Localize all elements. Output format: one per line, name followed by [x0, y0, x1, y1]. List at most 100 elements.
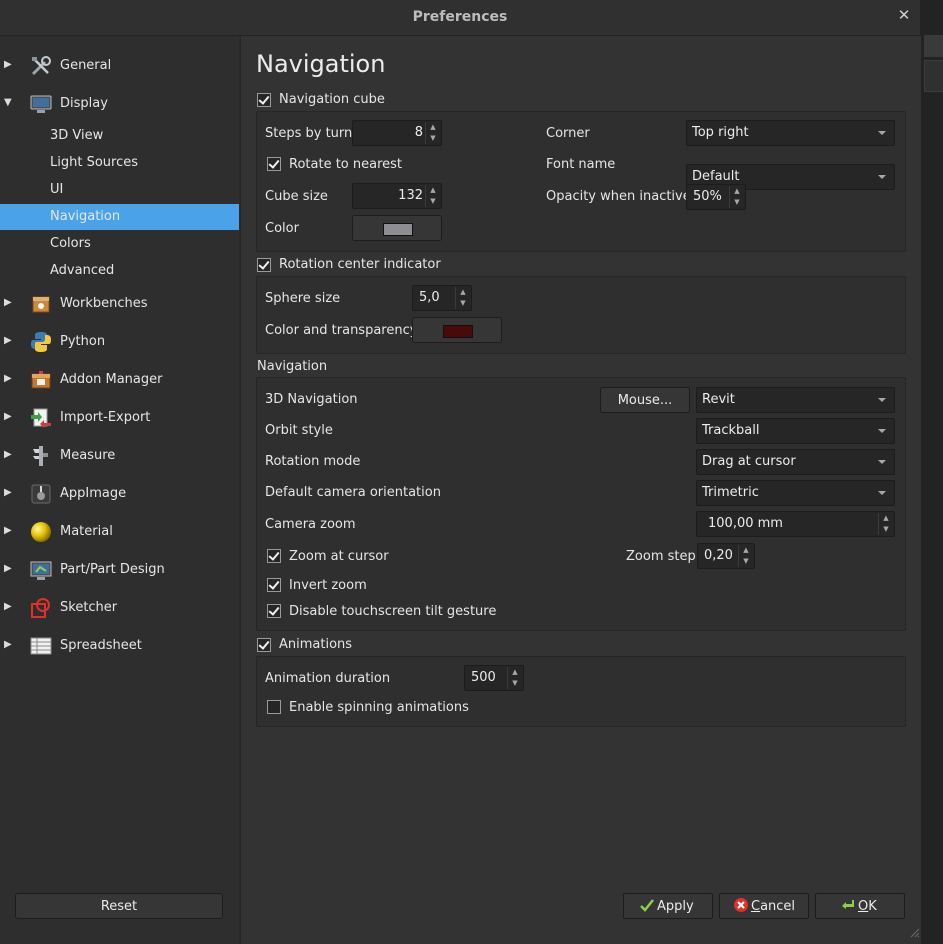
spin-up-icon[interactable]: ▲ — [879, 513, 893, 524]
spin-up-icon[interactable]: ▲ — [426, 122, 440, 133]
tree-item-part-design[interactable]: ▶ Part/Part Design — [0, 557, 239, 583]
tree-item-label: Workbenches — [60, 296, 148, 311]
steps-by-turn-spinbox[interactable]: 8 ▲ ▼ — [352, 120, 442, 146]
expand-arrow-icon[interactable]: ▶ — [4, 601, 14, 615]
tree-item-label: UI — [50, 182, 64, 197]
spin-down-icon[interactable]: ▼ — [730, 197, 744, 208]
tree-item-3d-view[interactable]: 3D View — [0, 123, 239, 149]
spin-up-icon[interactable]: ▲ — [426, 185, 440, 196]
cube-color-button[interactable] — [352, 215, 442, 241]
invert-zoom-checkbox[interactable] — [267, 578, 281, 592]
ok-button[interactable]: OK — [815, 893, 905, 919]
tree-item-spreadsheet[interactable]: ▶ Spreadsheet — [0, 633, 239, 659]
cancel-button[interactable]: Cancel — [719, 893, 809, 919]
cube-size-spinbox[interactable]: 132 ▲ ▼ — [352, 183, 442, 209]
tree-item-sketcher[interactable]: ▶ Sketcher — [0, 595, 239, 621]
orbit-style-dropdown[interactable]: Trackball — [696, 418, 895, 444]
chevron-down-icon — [878, 429, 886, 433]
chevron-down-icon — [878, 460, 886, 464]
zoom-at-cursor-checkbox[interactable] — [267, 549, 281, 563]
resize-grip-icon[interactable] — [908, 926, 920, 938]
tree-item-workbenches[interactable]: ▶ Workbenches — [0, 291, 239, 317]
3d-navigation-label: 3D Navigation — [265, 392, 358, 407]
spin-up-icon[interactable]: ▲ — [739, 545, 753, 556]
zoom-at-cursor-label: Zoom at cursor — [289, 549, 389, 564]
sphere-size-spinbox[interactable]: 5,0 ▲ ▼ — [412, 285, 472, 311]
tree-item-measure[interactable]: ▶ Measure — [0, 443, 239, 469]
background-panel — [924, 60, 943, 92]
tree-item-ui[interactable]: UI — [0, 177, 239, 203]
animation-duration-spinbox[interactable]: 500 ▲ ▼ — [464, 665, 524, 691]
animations-label: Animations — [279, 637, 353, 652]
rotation-mode-dropdown[interactable]: Drag at cursor — [696, 449, 895, 475]
navigation-group-title: Navigation — [257, 359, 328, 374]
tree-item-label: Spreadsheet — [60, 638, 142, 653]
corner-dropdown[interactable]: Top right — [686, 120, 895, 146]
tree-item-appimage[interactable]: ▶ AppImage — [0, 481, 239, 507]
disable-tilt-checkbox[interactable] — [267, 604, 281, 618]
expand-arrow-icon[interactable]: ▶ — [4, 563, 14, 577]
ok-arrow-icon — [841, 898, 855, 912]
tree-item-label: Light Sources — [50, 155, 138, 170]
spin-down-icon[interactable]: ▼ — [456, 298, 470, 309]
collapse-arrow-icon[interactable]: ▼ — [4, 97, 14, 111]
expand-arrow-icon[interactable]: ▶ — [4, 297, 14, 311]
tree-item-label: General — [60, 58, 112, 73]
tree-item-python[interactable]: ▶ Python — [0, 329, 239, 355]
spin-down-icon[interactable]: ▼ — [426, 133, 440, 144]
expand-arrow-icon[interactable]: ▶ — [4, 59, 14, 73]
rotate-to-nearest-checkbox[interactable] — [267, 157, 281, 171]
tree-item-advanced[interactable]: Advanced — [0, 258, 239, 284]
background-panel — [924, 35, 943, 57]
animations-checkbox[interactable] — [257, 638, 271, 652]
background-window-strip — [920, 0, 943, 944]
spin-up-icon[interactable]: ▲ — [730, 186, 744, 197]
spin-down-icon[interactable]: ▼ — [426, 196, 440, 207]
spreadsheet-icon — [30, 635, 52, 657]
tools-icon — [30, 55, 52, 77]
tree-item-colors[interactable]: Colors — [0, 231, 239, 257]
expand-arrow-icon[interactable]: ▶ — [4, 335, 14, 349]
mouse-settings-button[interactable]: Mouse... — [600, 387, 690, 413]
rotation-center-color-button[interactable] — [412, 317, 502, 343]
expand-arrow-icon[interactable]: ▶ — [4, 373, 14, 387]
zoom-step-spinbox[interactable]: 0,20 ▲ ▼ — [697, 543, 755, 569]
tree-item-display[interactable]: ▼ Display — [0, 91, 239, 117]
tree-item-general[interactable]: ▶ General — [0, 53, 239, 79]
expand-arrow-icon[interactable]: ▶ — [4, 639, 14, 653]
cube-color-label: Color — [265, 221, 299, 236]
3d-navigation-dropdown[interactable]: Revit — [696, 387, 895, 413]
tree-item-import-export[interactable]: ▶ Import-Export — [0, 405, 239, 431]
rotate-to-nearest-label: Rotate to nearest — [289, 157, 403, 172]
spin-up-icon[interactable]: ▲ — [456, 287, 470, 298]
expand-arrow-icon[interactable]: ▶ — [4, 411, 14, 425]
navigation-cube-checkbox[interactable] — [257, 93, 271, 107]
expand-arrow-icon[interactable]: ▶ — [4, 449, 14, 463]
spin-down-icon[interactable]: ▼ — [739, 556, 753, 567]
cube-size-label: Cube size — [265, 189, 328, 204]
apply-button[interactable]: Apply — [623, 893, 713, 919]
tree-item-navigation[interactable]: Navigation — [0, 204, 239, 230]
tree-item-material[interactable]: ▶ Material — [0, 519, 239, 545]
python-icon — [30, 331, 52, 353]
tree-item-light-sources[interactable]: Light Sources — [0, 150, 239, 176]
cube-color-swatch — [383, 223, 413, 236]
tree-item-label: AppImage — [60, 486, 127, 501]
chevron-down-icon — [878, 175, 886, 179]
spin-down-icon[interactable]: ▼ — [879, 524, 893, 535]
spin-up-icon[interactable]: ▲ — [508, 667, 522, 678]
spin-down-icon[interactable]: ▼ — [508, 678, 522, 689]
opacity-inactive-spinbox[interactable]: 50% ▲ ▼ — [686, 184, 746, 210]
tree-item-addon-manager[interactable]: ▶ Addon Manager — [0, 367, 239, 393]
tree-item-label: Sketcher — [60, 600, 118, 615]
camera-zoom-spinbox[interactable]: 100,00 mm ▲ ▼ — [696, 511, 895, 537]
rotation-center-checkbox[interactable] — [257, 258, 271, 272]
reset-button[interactable]: Reset — [15, 893, 223, 919]
camera-orientation-dropdown[interactable]: Trimetric — [696, 480, 895, 506]
expand-arrow-icon[interactable]: ▶ — [4, 487, 14, 501]
spinning-animations-checkbox[interactable] — [267, 700, 281, 714]
tree-item-label: Display — [60, 96, 108, 111]
caliper-icon — [30, 445, 52, 467]
expand-arrow-icon[interactable]: ▶ — [4, 525, 14, 539]
close-icon[interactable]: ✕ — [896, 6, 912, 26]
